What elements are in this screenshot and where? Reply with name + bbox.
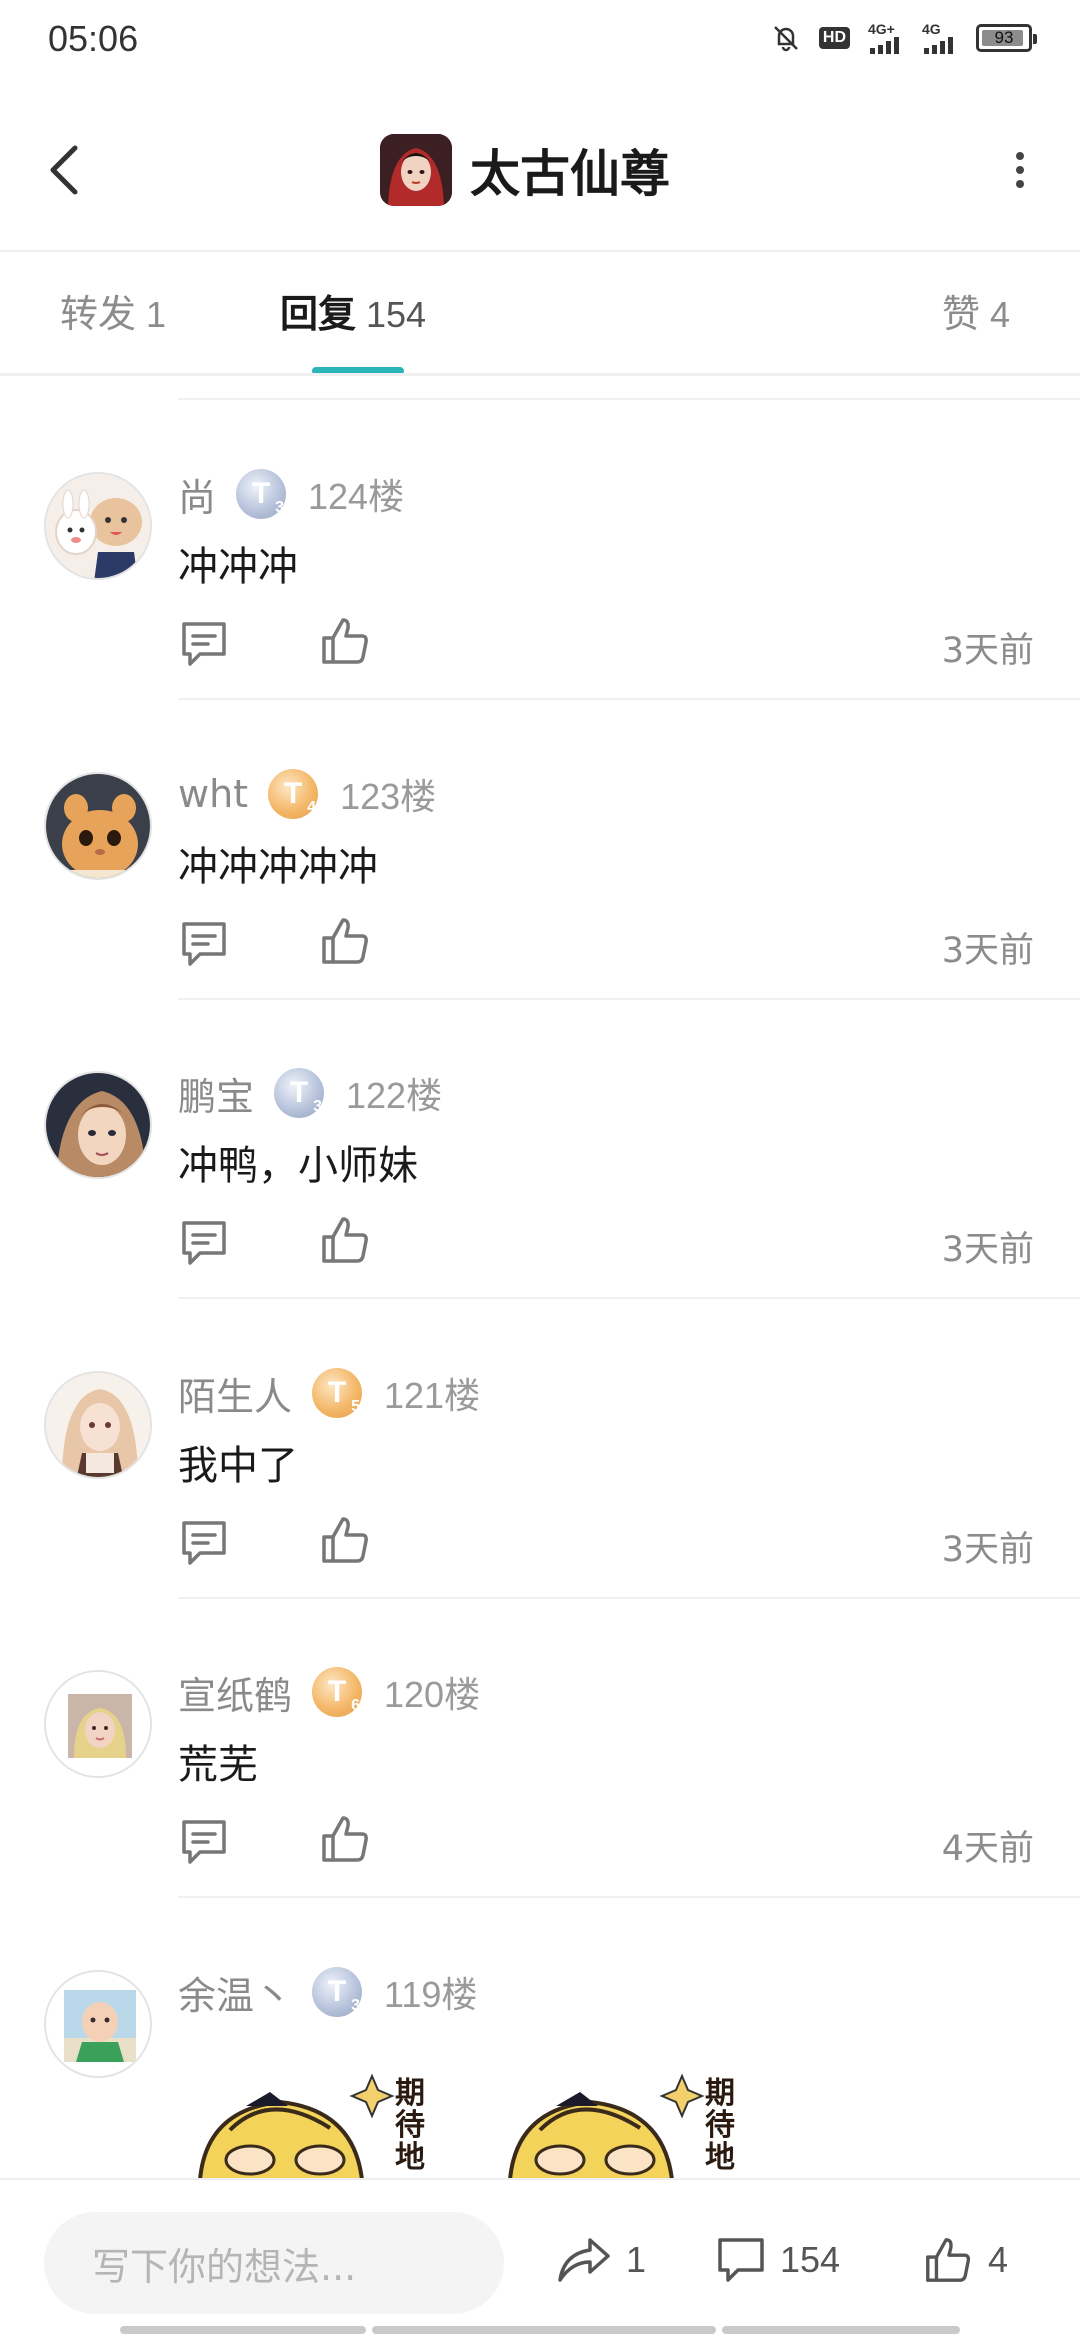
- gesture-bar: [120, 2326, 960, 2334]
- header-divider: [0, 250, 1080, 252]
- thumbs-up-icon[interactable]: [318, 1812, 372, 1866]
- reply-icon[interactable]: [178, 1217, 230, 1269]
- username[interactable]: 鹏宝: [178, 1066, 254, 1121]
- comment-count: 154: [780, 2239, 841, 2280]
- user-avatar[interactable]: [44, 1970, 152, 2078]
- tab-likes[interactable]: 赞4: [942, 283, 1010, 338]
- chevron-left-icon: [50, 145, 78, 195]
- like-count: 4: [988, 2239, 1009, 2280]
- comment-time: 3天前: [941, 931, 1034, 971]
- more-options-button[interactable]: [990, 130, 1050, 210]
- thumbs-up-icon[interactable]: [318, 914, 372, 968]
- floor-number: 123楼: [340, 776, 437, 817]
- comment-meta: 陌生人 T5 121楼: [178, 1365, 480, 1421]
- comment-item: 宣纸鹤 T6 120楼 荒芜 4天前: [0, 1598, 1080, 1898]
- user-avatar[interactable]: [44, 1670, 152, 1778]
- comment-item: 尚 T3 124楼 冲冲冲 3天前: [0, 400, 1080, 700]
- status-bar: 05:06 HD 4G+ 4G 93: [0, 0, 1080, 80]
- comment-button[interactable]: 154: [716, 2220, 840, 2300]
- comment-bubble-icon: [718, 2238, 764, 2282]
- reply-icon[interactable]: [178, 618, 230, 670]
- bottom-action-bar: 写下你的想法... 1 154 4: [0, 2178, 1080, 2340]
- user-avatar[interactable]: [44, 1371, 152, 1479]
- comment-item: 鹏宝 T3 122楼 冲鸭，小师妹 3天前: [0, 999, 1080, 1299]
- comment-time: 3天前: [941, 631, 1034, 671]
- comment-time: 4天前: [941, 1829, 1034, 1869]
- comment-input-placeholder: 写下你的想法...: [92, 2244, 357, 2289]
- share-count: 1: [626, 2239, 647, 2280]
- status-time: 05:06: [48, 18, 139, 59]
- username[interactable]: wht: [178, 772, 248, 816]
- floor-number: 119楼: [384, 1974, 478, 2015]
- floor-number: 124楼: [308, 476, 405, 517]
- thumbs-up-icon[interactable]: [318, 1213, 372, 1267]
- reply-icon[interactable]: [178, 918, 230, 970]
- mute-bell-icon: [771, 23, 801, 53]
- comment-meta: wht T4 123楼: [178, 766, 436, 822]
- level-badge: T4: [268, 769, 319, 819]
- reply-icon[interactable]: [178, 1816, 230, 1868]
- comment-time: 3天前: [941, 1530, 1034, 1570]
- comment-item: wht T4 123楼 冲冲冲冲冲 3天前: [0, 700, 1080, 1000]
- tab-forward[interactable]: 转发 1: [60, 283, 166, 338]
- like-button[interactable]: 4: [922, 2220, 1008, 2300]
- title-group[interactable]: 太古仙尊: [380, 130, 670, 210]
- floor-number: 122楼: [346, 1075, 443, 1116]
- comment-meta: 宣纸鹤 T6 120楼: [178, 1664, 480, 1720]
- floor-number: 120楼: [384, 1674, 481, 1715]
- username[interactable]: 余温丶: [178, 1965, 292, 2020]
- comment-time: 3天前: [941, 1230, 1034, 1270]
- user-avatar[interactable]: [44, 472, 152, 580]
- share-button[interactable]: 1: [556, 2220, 646, 2300]
- thumbs-up-icon: [926, 2238, 971, 2282]
- user-avatar[interactable]: [44, 1071, 152, 1179]
- floor-number: 121楼: [384, 1375, 481, 1416]
- signal-icon-1: 4G+: [868, 22, 904, 54]
- comment-text: 荒芜: [178, 1742, 258, 1788]
- comment-input[interactable]: 写下你的想法...: [44, 2212, 504, 2314]
- comment-item: 陌生人 T5 121楼 我中了 3天前: [0, 1299, 1080, 1599]
- comment-meta: 鹏宝 T3 122楼: [178, 1065, 442, 1121]
- level-badge: T3: [274, 1068, 325, 1118]
- thumbs-up-icon[interactable]: [318, 614, 372, 668]
- sticker-anime-girl-2: [507, 2073, 705, 2180]
- username[interactable]: 宣纸鹤: [178, 1665, 292, 1720]
- sticker-caption-1: 期待地: [395, 2076, 425, 2175]
- username[interactable]: 尚: [178, 467, 216, 522]
- level-badge: T3: [312, 1967, 363, 2017]
- tab-replies[interactable]: 回复 154: [280, 283, 426, 338]
- level-badge: T3: [236, 469, 287, 519]
- battery-icon: 93: [976, 24, 1037, 52]
- more-vertical-icon: [1016, 152, 1024, 188]
- header: 太古仙尊: [0, 90, 1080, 250]
- comment-text: 冲鸭，小师妹: [178, 1143, 418, 1189]
- signal-icon-2: 4G: [922, 22, 958, 54]
- sticker-images[interactable]: 期待地 期待地: [190, 2070, 790, 2180]
- page-title: 太古仙尊: [470, 145, 670, 203]
- level-badge: T6: [312, 1667, 363, 1717]
- battery-level: 93: [994, 28, 1014, 47]
- tab-bar: 转发 1 回复 154 赞4: [0, 255, 1080, 375]
- tabs-divider: [0, 373, 1080, 376]
- comment-text: 冲冲冲: [178, 544, 298, 590]
- comment-meta: 余温丶 T3 119楼: [178, 1964, 477, 2020]
- hd-icon: HD: [818, 27, 850, 49]
- username[interactable]: 陌生人: [178, 1366, 292, 1421]
- sticker-anime-girl-1: [197, 2073, 395, 2180]
- comment-text: 我中了: [178, 1443, 298, 1489]
- thumbs-up-icon[interactable]: [318, 1513, 372, 1567]
- comment-meta: 尚 T3 124楼: [178, 466, 404, 522]
- share-icon: [558, 2238, 610, 2282]
- back-button[interactable]: [30, 130, 100, 210]
- user-avatar[interactable]: [44, 772, 152, 880]
- status-icons: HD 4G+ 4G 93: [771, 22, 1037, 54]
- comment-text: 冲冲冲冲冲: [178, 844, 378, 890]
- reply-icon[interactable]: [178, 1517, 230, 1569]
- level-badge: T5: [312, 1368, 363, 1418]
- sticker-caption-2: 期待地: [705, 2076, 735, 2175]
- forum-avatar: [380, 134, 452, 206]
